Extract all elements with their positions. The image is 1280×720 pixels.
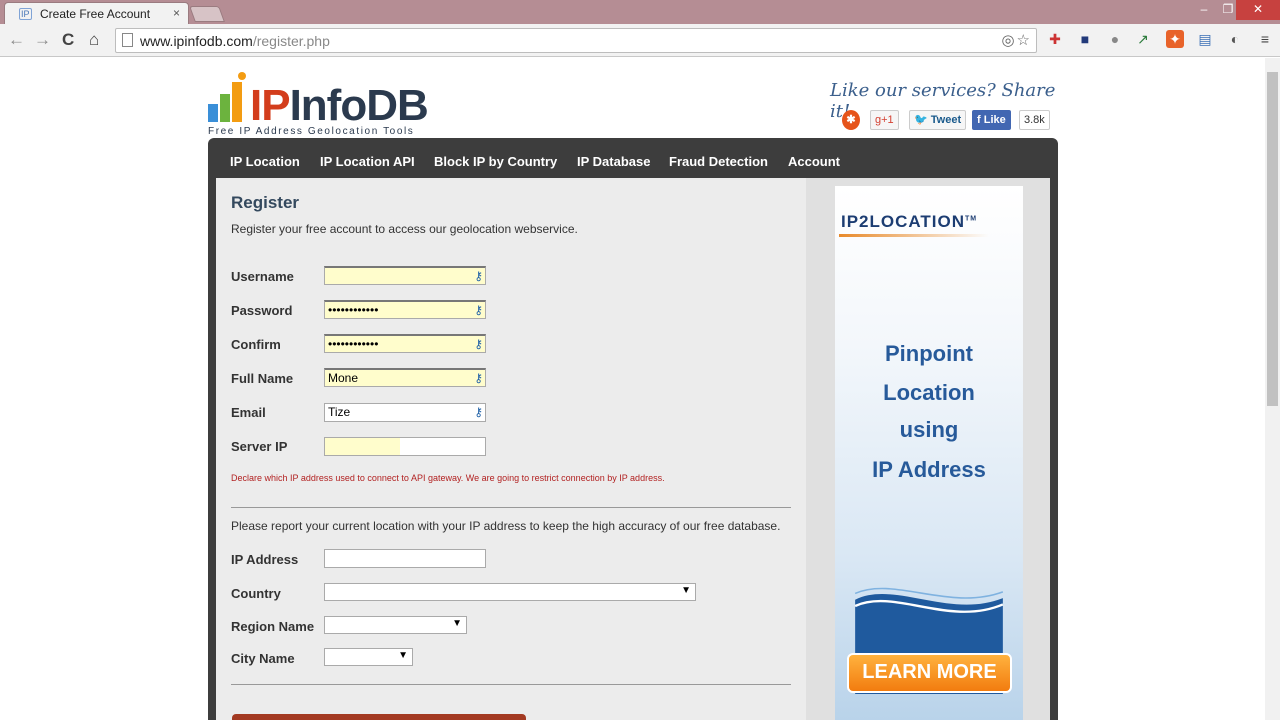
ip2location-ad[interactable]: IP2LOCATIONTM Pinpoint Location using IP… xyxy=(835,186,1023,720)
browser-tab[interactable]: IP Create Free Account × xyxy=(4,2,189,24)
main-nav: IP Location IP Location API Block IP by … xyxy=(208,138,1058,178)
email-label: Email xyxy=(231,405,266,420)
reload-icon[interactable]: C xyxy=(62,30,74,50)
url-text: www.ipinfodb.com/register.php xyxy=(140,33,330,49)
password-manager-key-icon[interactable]: ⚷ xyxy=(474,404,483,421)
back-arrow-icon[interactable]: ← xyxy=(8,30,25,50)
ad-line-4: IP Address xyxy=(872,457,986,482)
autofill-highlight xyxy=(325,438,400,455)
twitter-bird-icon: 🐦 xyxy=(914,114,928,126)
share-panel: Like our services? Share it! ✱ g+1 🐦 Twe… xyxy=(830,80,1060,132)
extension-leaf-icon[interactable]: ↗ xyxy=(1134,30,1152,48)
logo-bars-icon xyxy=(208,72,248,126)
dropdown-arrow-icon: ▼ xyxy=(681,585,691,596)
extension-reader-icon[interactable]: ■ xyxy=(1076,30,1094,48)
home-icon[interactable]: ⌂ xyxy=(89,30,99,50)
submit-button[interactable] xyxy=(232,714,526,720)
extension-circle-icon[interactable]: ● xyxy=(1106,30,1124,48)
page-scrollbar[interactable] xyxy=(1265,58,1280,720)
password-manager-key-icon[interactable]: ⚷ xyxy=(474,370,483,387)
ad-accent-line xyxy=(839,234,989,237)
new-tab-button[interactable] xyxy=(189,6,225,22)
city-select[interactable]: ▼ xyxy=(324,648,413,666)
extension-orange-icon[interactable]: ✦ xyxy=(1166,30,1184,48)
report-location-text: Please report your current location with… xyxy=(231,519,781,533)
tab-close-icon[interactable]: × xyxy=(173,6,180,20)
facebook-icon: f xyxy=(977,114,981,126)
gplus-button[interactable]: g+1 xyxy=(870,110,899,130)
server-ip-input[interactable] xyxy=(324,437,486,456)
window-close-button[interactable]: ✕ xyxy=(1236,0,1280,20)
extension-eye-icon[interactable]: ◐ xyxy=(1226,30,1244,48)
confirm-label: Confirm xyxy=(231,337,281,352)
server-ip-note: Declare which IP address used to connect… xyxy=(231,473,665,483)
page-icon xyxy=(122,33,133,47)
ad-line-1: Pinpoint xyxy=(885,341,973,366)
url-host: www.ipinfodb.com xyxy=(140,33,253,49)
extension-plus-icon[interactable]: ✚ xyxy=(1046,30,1064,48)
nav-block-ip-by-country[interactable]: Block IP by Country xyxy=(434,154,557,169)
confirm-password-input[interactable]: •••••••••••• ⚷ xyxy=(324,334,486,353)
password-manager-key-icon[interactable]: ⚷ xyxy=(474,336,483,353)
email-input[interactable]: Tize ⚷ xyxy=(324,403,486,422)
site-logo[interactable]: IPInfoDB Free IP Address Geolocation Too… xyxy=(208,68,448,137)
register-panel xyxy=(216,178,806,720)
password-manager-key-icon[interactable]: ⚷ xyxy=(474,268,483,285)
menu-icon[interactable]: ≡ xyxy=(1256,30,1274,48)
scrollbar-thumb[interactable] xyxy=(1267,72,1278,406)
facebook-like-button[interactable]: f Like xyxy=(972,110,1011,130)
city-name-label: City Name xyxy=(231,651,295,666)
ip-address-input[interactable] xyxy=(324,549,486,568)
password-input[interactable]: •••••••••••• ⚷ xyxy=(324,300,486,319)
extension-print-icon[interactable]: ▤ xyxy=(1196,30,1214,48)
url-path: /register.php xyxy=(252,33,330,49)
reddit-share-icon[interactable]: ✱ xyxy=(842,110,860,130)
nav-ip-location-api[interactable]: IP Location API xyxy=(320,154,415,169)
region-select[interactable]: ▼ xyxy=(324,616,467,634)
dropdown-arrow-icon: ▼ xyxy=(452,618,462,629)
full-name-label: Full Name xyxy=(231,371,294,386)
password-value: •••••••••••• xyxy=(328,303,379,317)
nav-fraud-detection[interactable]: Fraud Detection xyxy=(669,154,768,169)
country-label: Country xyxy=(231,586,281,601)
tab-title: Create Free Account xyxy=(40,7,151,21)
page-title: Register xyxy=(231,193,300,212)
password-manager-key-icon[interactable]: ⚷ xyxy=(474,302,483,319)
username-input[interactable]: ⚷ xyxy=(324,266,486,285)
site-favicon-icon: IP xyxy=(19,8,32,20)
divider xyxy=(231,507,791,508)
country-select[interactable]: ▼ xyxy=(324,583,696,601)
confirm-value: •••••••••••• xyxy=(328,337,379,351)
server-ip-label: Server IP xyxy=(231,439,288,454)
learn-more-button[interactable]: LEARN MORE xyxy=(847,653,1012,693)
username-label: Username xyxy=(231,269,294,284)
nav-ip-location[interactable]: IP Location xyxy=(230,154,300,169)
full-name-value: Mone xyxy=(328,371,359,385)
ad-line-2: Location xyxy=(883,380,975,405)
divider xyxy=(231,684,791,685)
address-bar[interactable]: www.ipinfodb.com/register.php ◎☆ xyxy=(115,28,1037,53)
logo-tagline: Free IP Address Geolocation Tools xyxy=(208,126,415,137)
like-count-badge: 3.8k xyxy=(1019,110,1050,130)
page-subtitle: Register your free account to access our… xyxy=(231,222,578,236)
bookmark-star-icon[interactable]: ◎☆ xyxy=(1001,31,1032,49)
ad-brand: IP2LOCATIONTM xyxy=(841,212,978,231)
ip-address-label: IP Address xyxy=(231,552,299,567)
browser-toolbar: ← → C ⌂ www.ipinfodb.com/register.php ◎☆… xyxy=(0,24,1280,57)
tweet-button[interactable]: 🐦 Tweet xyxy=(909,110,967,130)
browser-titlebar: IP Create Free Account × – ❐ ✕ xyxy=(0,0,1280,24)
nav-ip-database[interactable]: IP Database xyxy=(577,154,650,169)
nav-account[interactable]: Account xyxy=(788,154,840,169)
region-name-label: Region Name xyxy=(231,619,315,634)
window-minimize-button[interactable]: – xyxy=(1192,0,1216,20)
email-value: Tize xyxy=(328,405,351,419)
full-name-input[interactable]: Mone ⚷ xyxy=(324,368,486,387)
dropdown-arrow-icon: ▼ xyxy=(398,650,408,661)
logo-wordmark: IPInfoDB xyxy=(250,81,429,130)
forward-arrow-icon[interactable]: → xyxy=(34,30,51,50)
ad-line-3: using xyxy=(899,417,959,442)
password-label: Password xyxy=(231,303,293,318)
